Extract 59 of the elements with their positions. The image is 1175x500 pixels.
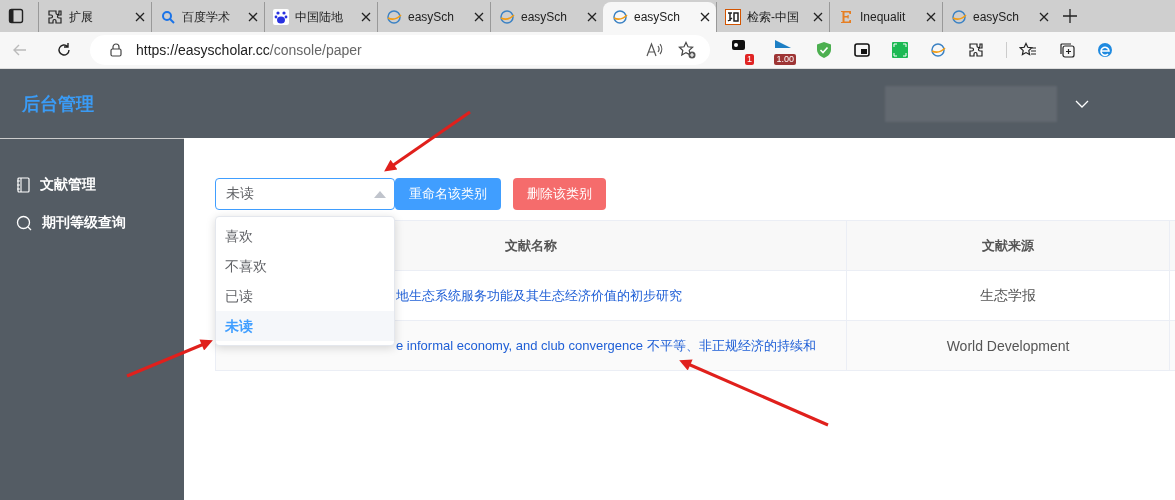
table-cell: World Development <box>846 320 1170 371</box>
close-icon[interactable] <box>700 12 710 22</box>
close-icon[interactable] <box>361 12 371 22</box>
reload-icon[interactable] <box>56 42 72 58</box>
paper-title-link[interactable]: 地生态系统服务功能及其生态经济价值的初步研究 <box>396 287 682 303</box>
caret-icon <box>374 190 386 198</box>
app-title: 后台管理 <box>22 92 94 116</box>
close-icon[interactable] <box>813 12 823 22</box>
tab-actions-icon[interactable] <box>8 8 24 24</box>
tab-title: easySch <box>408 10 456 24</box>
extension-button[interactable]: 1.00 <box>768 35 798 65</box>
browser-logo-icon[interactable] <box>1097 42 1113 58</box>
dropdown-option[interactable]: 已读 <box>216 281 394 311</box>
notebook-icon <box>16 177 30 193</box>
rating-badge: 1.00 <box>774 54 796 65</box>
globe-icon <box>499 9 515 25</box>
shield-icon[interactable] <box>816 41 832 59</box>
collections-icon[interactable] <box>1059 42 1075 58</box>
add-favorite-icon[interactable] <box>678 41 696 59</box>
address-field[interactable]: https://easyscholar.cc/console/paper <box>90 35 710 65</box>
tab-title: easySch <box>521 10 569 24</box>
lock-icon <box>110 43 122 57</box>
tab-title: easySch <box>973 10 1021 24</box>
dropdown-option[interactable]: 喜欢 <box>216 221 394 251</box>
tab-title: 扩展 <box>69 8 94 26</box>
column-header: 文献来源 <box>846 220 1170 271</box>
globe-icon <box>951 9 967 25</box>
table-cell: 生态学报 <box>846 270 1170 321</box>
close-icon[interactable] <box>1039 12 1049 22</box>
globe-icon <box>386 9 402 25</box>
tab-title: 中国陆地 <box>295 8 344 26</box>
count-badge: 1 <box>745 54 754 65</box>
new-tab-icon[interactable] <box>1063 9 1077 23</box>
chevron-down-icon[interactable] <box>1075 99 1089 108</box>
globe-icon <box>612 9 628 25</box>
search-icon <box>16 215 32 231</box>
extensions-icon[interactable] <box>968 42 984 58</box>
read-aloud-icon[interactable] <box>646 42 664 58</box>
tab-title: Inequalit <box>860 10 907 24</box>
favorites-icon[interactable] <box>1006 42 1037 58</box>
picture-in-picture-icon[interactable] <box>854 43 870 57</box>
category-select[interactable]: 未读 <box>215 178 395 210</box>
puzzle-icon <box>47 9 63 25</box>
url-text: https://easyscholar.cc/console/paper <box>136 42 362 58</box>
close-icon[interactable] <box>926 12 936 22</box>
serif-letter-icon <box>838 9 854 25</box>
close-icon[interactable] <box>248 12 258 22</box>
browser-tab[interactable]: easySch <box>603 2 716 32</box>
globe-icon[interactable] <box>930 42 946 58</box>
close-icon[interactable] <box>135 12 145 22</box>
tab-title: 检索-中国 <box>747 8 800 26</box>
tab-title: easySch <box>634 10 682 24</box>
tab-title: 百度学术 <box>182 8 231 26</box>
close-icon[interactable] <box>474 12 484 22</box>
extension-button[interactable]: 1 <box>724 35 754 65</box>
search-icon <box>160 9 176 25</box>
flag-icon <box>773 38 793 50</box>
close-icon[interactable] <box>587 12 597 22</box>
paw-icon <box>273 9 289 25</box>
